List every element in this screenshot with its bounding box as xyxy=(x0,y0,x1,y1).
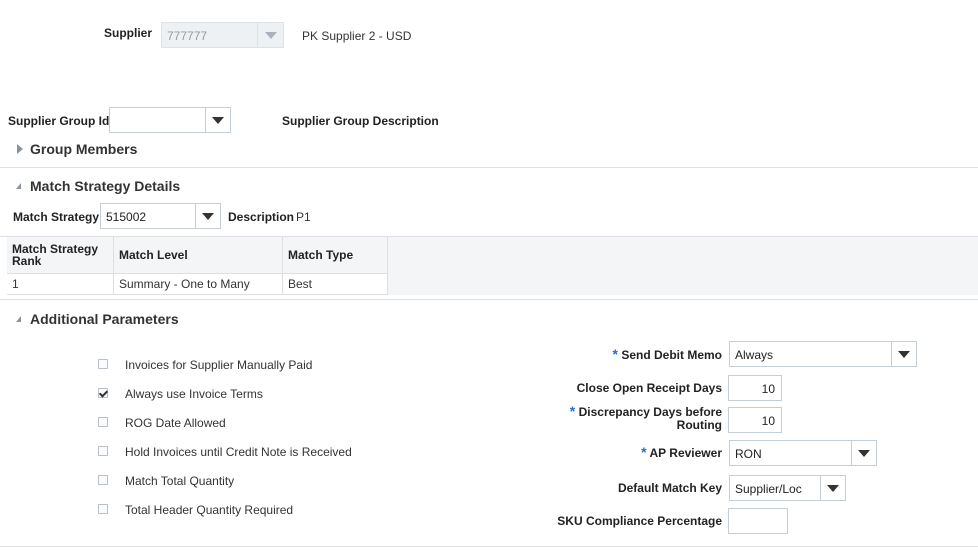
cell-match-type: Best xyxy=(282,273,388,295)
default-match-key-label: Default Match Key xyxy=(617,481,722,495)
send-debit-memo-dropdown-button[interactable] xyxy=(891,341,917,367)
collapse-icon xyxy=(16,183,21,189)
sku-compliance-label: SKU Compliance Percentage xyxy=(557,514,722,528)
required-indicator: * xyxy=(569,403,576,419)
match-strategy-table: Match Strategy Rank Match Level Match Ty… xyxy=(7,237,388,295)
checkbox-rog-date-allowed[interactable] xyxy=(98,417,108,427)
divider xyxy=(0,167,978,168)
checkbox-manually-paid[interactable] xyxy=(98,359,108,369)
match-strategy-input[interactable]: 515002 xyxy=(100,203,196,229)
close-open-receipt-days-label: Close Open Receipt Days xyxy=(576,381,722,395)
match-strategy-dropdown-button[interactable] xyxy=(195,203,221,229)
discrepancy-days-label-group: * Discrepancy Days before Routing xyxy=(569,403,722,432)
supplier-group-id-input[interactable] xyxy=(109,107,206,133)
send-debit-memo-select[interactable]: Always xyxy=(729,341,892,367)
default-match-key-dropdown-button[interactable] xyxy=(820,475,846,501)
column-header-rank[interactable]: Match Strategy Rank xyxy=(7,237,114,274)
checkbox-label: Invoices for Supplier Manually Paid xyxy=(125,358,313,372)
send-debit-memo-label: Send Debit Memo xyxy=(621,348,722,362)
sku-compliance-input[interactable] xyxy=(728,508,788,534)
group-members-header[interactable]: Group Members xyxy=(14,140,144,158)
group-members-title: Group Members xyxy=(30,141,138,157)
table-empty-area xyxy=(388,237,978,295)
checkbox-label: ROG Date Allowed xyxy=(125,416,226,430)
discrepancy-days-input[interactable]: 10 xyxy=(728,407,782,433)
send-debit-memo-label-group: * Send Debit Memo xyxy=(612,346,722,362)
supplier-label: Supplier xyxy=(104,26,153,40)
match-strategy-details-title: Match Strategy Details xyxy=(30,178,181,194)
supplier-group-id-label: Supplier Group Id xyxy=(8,114,110,128)
supplier-id-value: 777777 xyxy=(167,29,208,43)
checkbox-match-total-quantity[interactable] xyxy=(98,475,108,485)
column-header-match-type[interactable]: Match Type xyxy=(282,237,388,274)
cell-match-level: Summary - One to Many xyxy=(113,273,283,295)
supplier-id-field: 777777 xyxy=(161,22,258,48)
checkbox-total-header-quantity[interactable] xyxy=(98,504,108,514)
divider xyxy=(0,546,978,547)
supplier-name: PK Supplier 2 - USD xyxy=(302,29,412,43)
chevron-down-icon xyxy=(898,351,910,358)
collapse-icon xyxy=(16,316,21,322)
checkbox-label: Match Total Quantity xyxy=(125,474,235,488)
match-strategy-label: Match Strategy xyxy=(13,210,100,224)
checkbox-label: Hold Invoices until Credit Note is Recei… xyxy=(125,445,352,459)
ap-reviewer-dropdown-button[interactable] xyxy=(851,440,877,466)
table-header-row: Match Strategy Rank Match Level Match Ty… xyxy=(7,237,388,274)
table-row[interactable]: 1 Summary - One to Many Best xyxy=(7,273,388,295)
ap-reviewer-label: AP Reviewer xyxy=(649,446,723,460)
additional-parameters-header[interactable]: Additional Parameters xyxy=(14,310,184,328)
expand-icon xyxy=(17,144,23,154)
discrepancy-days-label-line1: Discrepancy Days before xyxy=(578,405,722,419)
default-match-key-select[interactable]: Supplier/Loc xyxy=(729,475,821,501)
chevron-down-icon xyxy=(827,485,839,492)
close-open-receipt-days-input[interactable]: 10 xyxy=(728,375,782,401)
checkbox-always-use-invoice-terms[interactable] xyxy=(98,388,108,398)
ap-reviewer-label-group: * AP Reviewer xyxy=(641,444,723,460)
divider xyxy=(0,299,978,300)
required-indicator: * xyxy=(612,346,618,362)
chevron-down-icon xyxy=(264,32,277,39)
supplier-group-description-label: Supplier Group Description xyxy=(282,114,439,128)
match-strategy-details-header[interactable]: Match Strategy Details xyxy=(14,177,184,195)
match-strategy-description-value: P1 xyxy=(296,210,311,224)
checkbox-hold-invoices[interactable] xyxy=(98,446,108,456)
supplier-group-dropdown-button[interactable] xyxy=(205,107,231,133)
match-strategy-description-label: Description xyxy=(228,210,295,224)
column-header-match-level[interactable]: Match Level xyxy=(113,237,283,274)
checkbox-label: Always use Invoice Terms xyxy=(125,387,263,401)
required-indicator: * xyxy=(641,444,647,460)
ap-reviewer-input[interactable]: RON xyxy=(729,440,852,466)
additional-parameters-title: Additional Parameters xyxy=(30,311,179,327)
discrepancy-days-label-line2: Routing xyxy=(676,418,722,432)
supplier-dropdown-button xyxy=(257,22,284,48)
chevron-down-icon xyxy=(202,213,214,220)
checkbox-label: Total Header Quantity Required xyxy=(125,503,294,517)
cell-rank: 1 xyxy=(7,273,114,295)
chevron-down-icon xyxy=(212,117,224,124)
chevron-down-icon xyxy=(858,450,870,457)
